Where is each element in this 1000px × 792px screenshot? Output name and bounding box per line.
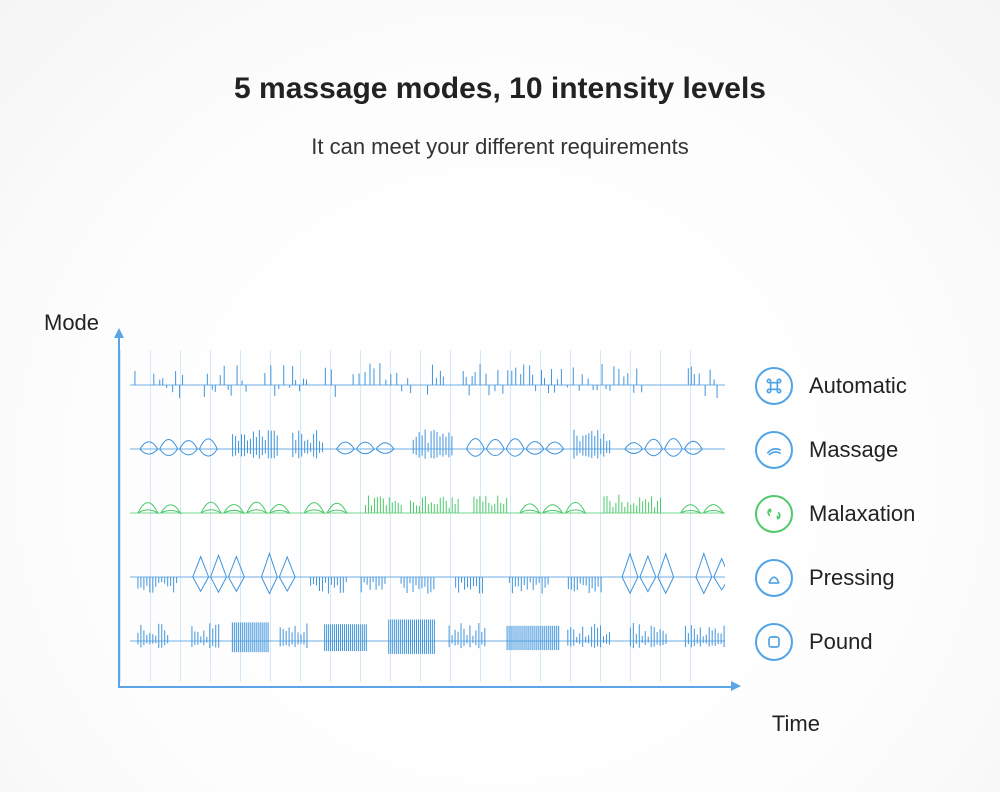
page-subtitle: It can meet your different requirements	[0, 134, 1000, 160]
waveform-massage	[130, 420, 725, 478]
legend-label: Pound	[809, 629, 873, 655]
legend-label: Pressing	[809, 565, 895, 591]
legend-pressing: Pressing	[755, 558, 1000, 598]
waveform-automatic	[130, 356, 725, 414]
axis-x	[118, 686, 733, 688]
axis-x-arrow-icon	[731, 681, 741, 691]
axis-y-arrow-icon	[114, 328, 124, 338]
page-title: 5 massage modes, 10 intensity levels	[0, 72, 1000, 106]
legend-malaxation: Malaxation	[755, 494, 1000, 534]
waveform-chart: Automatic Massage Malaxation	[120, 330, 880, 700]
hands-icon	[755, 495, 793, 533]
axis-label-x: Time	[772, 711, 820, 737]
legend-massage: Massage	[755, 430, 1000, 470]
waveform-pressing	[130, 548, 725, 606]
waveform-malaxation	[130, 484, 725, 542]
legend-label: Massage	[809, 437, 898, 463]
waveform-pound	[130, 612, 725, 670]
legend-label: Malaxation	[809, 501, 915, 527]
legend-automatic: Automatic	[755, 366, 1000, 406]
pound-icon	[755, 623, 793, 661]
axis-y	[118, 330, 120, 688]
press-icon	[755, 559, 793, 597]
massage-icon	[755, 431, 793, 469]
command-icon	[755, 367, 793, 405]
legend-label: Automatic	[809, 373, 907, 399]
legend-pound: Pound	[755, 622, 1000, 662]
page: 5 massage modes, 10 intensity levels It …	[0, 0, 1000, 792]
axis-label-y: Mode	[44, 310, 99, 336]
